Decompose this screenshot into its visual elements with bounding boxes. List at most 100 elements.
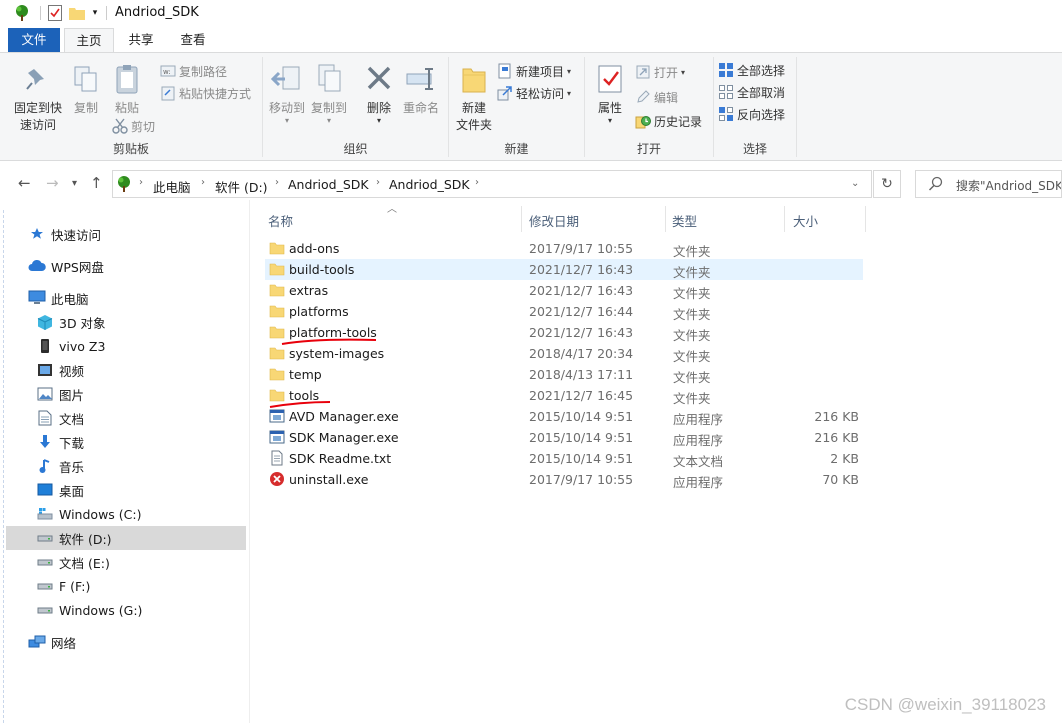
delete-button[interactable]: 删除 ▾: [359, 63, 399, 125]
column-divider[interactable]: [784, 206, 785, 232]
open-button[interactable]: 打开 ▾: [635, 62, 685, 82]
copy-button[interactable]: 复制: [68, 65, 104, 117]
nav-network[interactable]: 网络: [6, 630, 246, 654]
nav-pictures[interactable]: 图片: [6, 382, 246, 406]
select-all-button[interactable]: 全部选择: [718, 60, 785, 80]
nav-downloads[interactable]: 下载: [6, 430, 246, 454]
new-item-button[interactable]: 新建项目 ▾: [497, 61, 571, 81]
search-input[interactable]: 搜索"Andriod_SDK": [915, 170, 1062, 198]
rename-button[interactable]: 重命名: [399, 63, 443, 117]
tab-view[interactable]: 查看: [168, 28, 218, 52]
column-divider[interactable]: [665, 206, 666, 232]
file-row[interactable]: system-images 2018/4/17 20:34 文件夹: [265, 343, 863, 364]
properties-button[interactable]: 属性 ▾: [591, 63, 629, 125]
nav-drive-e[interactable]: 文档 (E:): [6, 550, 246, 574]
nav-this-pc[interactable]: 此电脑: [6, 286, 246, 310]
copy-to-button[interactable]: 复制到 ▾: [309, 63, 349, 125]
history-button[interactable]: 历史记录: [635, 111, 702, 131]
breadcrumb-separator-icon[interactable]: ›: [475, 177, 479, 188]
tree-app-icon[interactable]: [12, 4, 32, 22]
column-divider[interactable]: [521, 206, 522, 232]
recent-locations-chevron-icon[interactable]: ▾: [72, 178, 77, 189]
select-group-label: 选择: [742, 142, 767, 156]
breadcrumb-sdk-current[interactable]: Andriod_SDK: [389, 177, 470, 192]
organize-group-label: 组织: [343, 142, 368, 156]
nav-vivo-phone[interactable]: vivo Z3: [6, 334, 246, 358]
column-header-date[interactable]: 修改日期: [529, 211, 579, 230]
file-modified-date: 2021/12/7 16:43: [529, 283, 634, 298]
refresh-button[interactable]: ↻: [873, 170, 901, 198]
navigation-pane[interactable]: 快速访问 WPS网盘 此电脑 3D 对象 vivo Z3 视频 图片 文档 下载…: [0, 210, 248, 723]
file-row[interactable]: extras 2021/12/7 16:43 文件夹: [265, 280, 863, 301]
address-bar[interactable]: › 此电脑 › 软件 (D:) › Andriod_SDK › Andriod_…: [112, 170, 872, 198]
breadcrumb-sdk-parent[interactable]: Andriod_SDK: [288, 177, 369, 192]
file-row[interactable]: SDK Manager.exe 2015/10/14 9:51 应用程序 216 KB: [265, 427, 863, 448]
paste-button[interactable]: 粘贴: [108, 63, 146, 117]
up-arrow-icon[interactable]: ↑: [90, 174, 103, 192]
select-none-button[interactable]: 全部取消: [718, 82, 785, 102]
nav-drive-g[interactable]: Windows (G:): [6, 598, 246, 622]
svg-text:w:: w:: [163, 68, 171, 76]
history-label: 历史记录: [654, 114, 703, 129]
invert-selection-button[interactable]: 反向选择: [718, 104, 785, 124]
new-folder-button[interactable]: 新建 文件夹: [451, 63, 497, 134]
breadcrumb-separator-icon[interactable]: ›: [139, 177, 143, 188]
nav-drive-c[interactable]: Windows (C:): [6, 502, 246, 526]
column-divider[interactable]: [865, 206, 866, 232]
nav-desktop[interactable]: 桌面: [6, 478, 246, 502]
pin-quick-access-button[interactable]: 固定到快 速访问: [8, 65, 68, 134]
file-row[interactable]: SDK Readme.txt 2015/10/14 9:51 文本文档 2 KB: [265, 448, 863, 469]
paste-shortcut-button[interactable]: 粘贴快捷方式: [160, 83, 251, 103]
file-row[interactable]: uninstall.exe 2017/9/17 10:55 应用程序 70 KB: [265, 469, 863, 490]
file-row[interactable]: AVD Manager.exe 2015/10/14 9:51 应用程序 216 KB: [265, 406, 863, 427]
document-icon: [36, 409, 54, 427]
column-header-type[interactable]: 类型: [672, 211, 697, 230]
breadcrumb-separator-icon[interactable]: ›: [275, 177, 279, 188]
breadcrumb-separator-icon[interactable]: ›: [376, 177, 380, 188]
column-header-name[interactable]: 名称: [268, 211, 293, 230]
delete-x-icon: [364, 63, 394, 100]
file-name: SDK Readme.txt: [289, 451, 392, 466]
file-row[interactable]: tools 2021/12/7 16:45 文件夹: [265, 385, 863, 406]
file-size: 216 KB: [814, 409, 859, 424]
breadcrumb-drive-d[interactable]: 软件 (D:): [215, 177, 268, 196]
file-row[interactable]: temp 2018/4/13 17:11 文件夹: [265, 364, 863, 385]
properties-quick-icon[interactable]: [46, 4, 64, 22]
easy-access-button[interactable]: 轻松访问 ▾: [497, 83, 571, 103]
file-row[interactable]: build-tools 2021/12/7 16:43 文件夹: [265, 259, 863, 280]
cut-button[interactable]: 剪切: [112, 116, 155, 136]
address-history-chevron-icon[interactable]: ⌄: [851, 178, 859, 189]
copy-to-label: 复制到: [310, 101, 347, 115]
new-folder-icon: [459, 63, 489, 100]
tab-home[interactable]: 主页: [64, 28, 114, 52]
tab-file[interactable]: 文件: [8, 28, 60, 52]
tab-share[interactable]: 共享: [116, 28, 166, 52]
back-arrow-icon[interactable]: ←: [18, 174, 31, 192]
file-row[interactable]: platforms 2021/12/7 16:44 文件夹: [265, 301, 863, 322]
breadcrumb-this-pc[interactable]: 此电脑: [153, 177, 191, 196]
nav-3d-objects[interactable]: 3D 对象: [6, 310, 246, 334]
move-to-button[interactable]: 移动到 ▾: [267, 63, 307, 125]
column-header-size[interactable]: 大小: [793, 211, 818, 230]
file-type: 应用程序: [673, 475, 724, 490]
nav-wps-drive[interactable]: WPS网盘: [6, 254, 246, 278]
customize-chevron-icon[interactable]: ▾: [88, 4, 102, 22]
copy-path-button[interactable]: w: 复制路径: [160, 61, 227, 81]
nav-music[interactable]: 音乐: [6, 454, 246, 478]
nav-documents[interactable]: 文档: [6, 406, 246, 430]
nav-label: 图片: [59, 387, 85, 403]
nav-drive-d[interactable]: 软件 (D:): [6, 526, 246, 550]
select-all-label: 全部选择: [737, 63, 786, 78]
new-folder-quick-icon[interactable]: [68, 4, 86, 22]
file-name: platforms: [289, 304, 349, 319]
nav-label: 桌面: [59, 483, 85, 499]
nav-videos[interactable]: 视频: [6, 358, 246, 382]
nav-quick-access[interactable]: 快速访问: [6, 222, 246, 246]
nav-drive-f[interactable]: F (F:): [6, 574, 246, 598]
file-list[interactable]: ︿ 名称 修改日期 类型 大小 add-ons 2017/9/17 10:55 文件…: [249, 200, 1062, 723]
file-type: 文本文档: [673, 454, 724, 469]
edit-button[interactable]: 编辑: [635, 87, 678, 107]
file-row[interactable]: add-ons 2017/9/17 10:55 文件夹: [265, 238, 863, 259]
forward-arrow-icon[interactable]: →: [46, 174, 59, 192]
breadcrumb-separator-icon[interactable]: ›: [201, 177, 205, 188]
